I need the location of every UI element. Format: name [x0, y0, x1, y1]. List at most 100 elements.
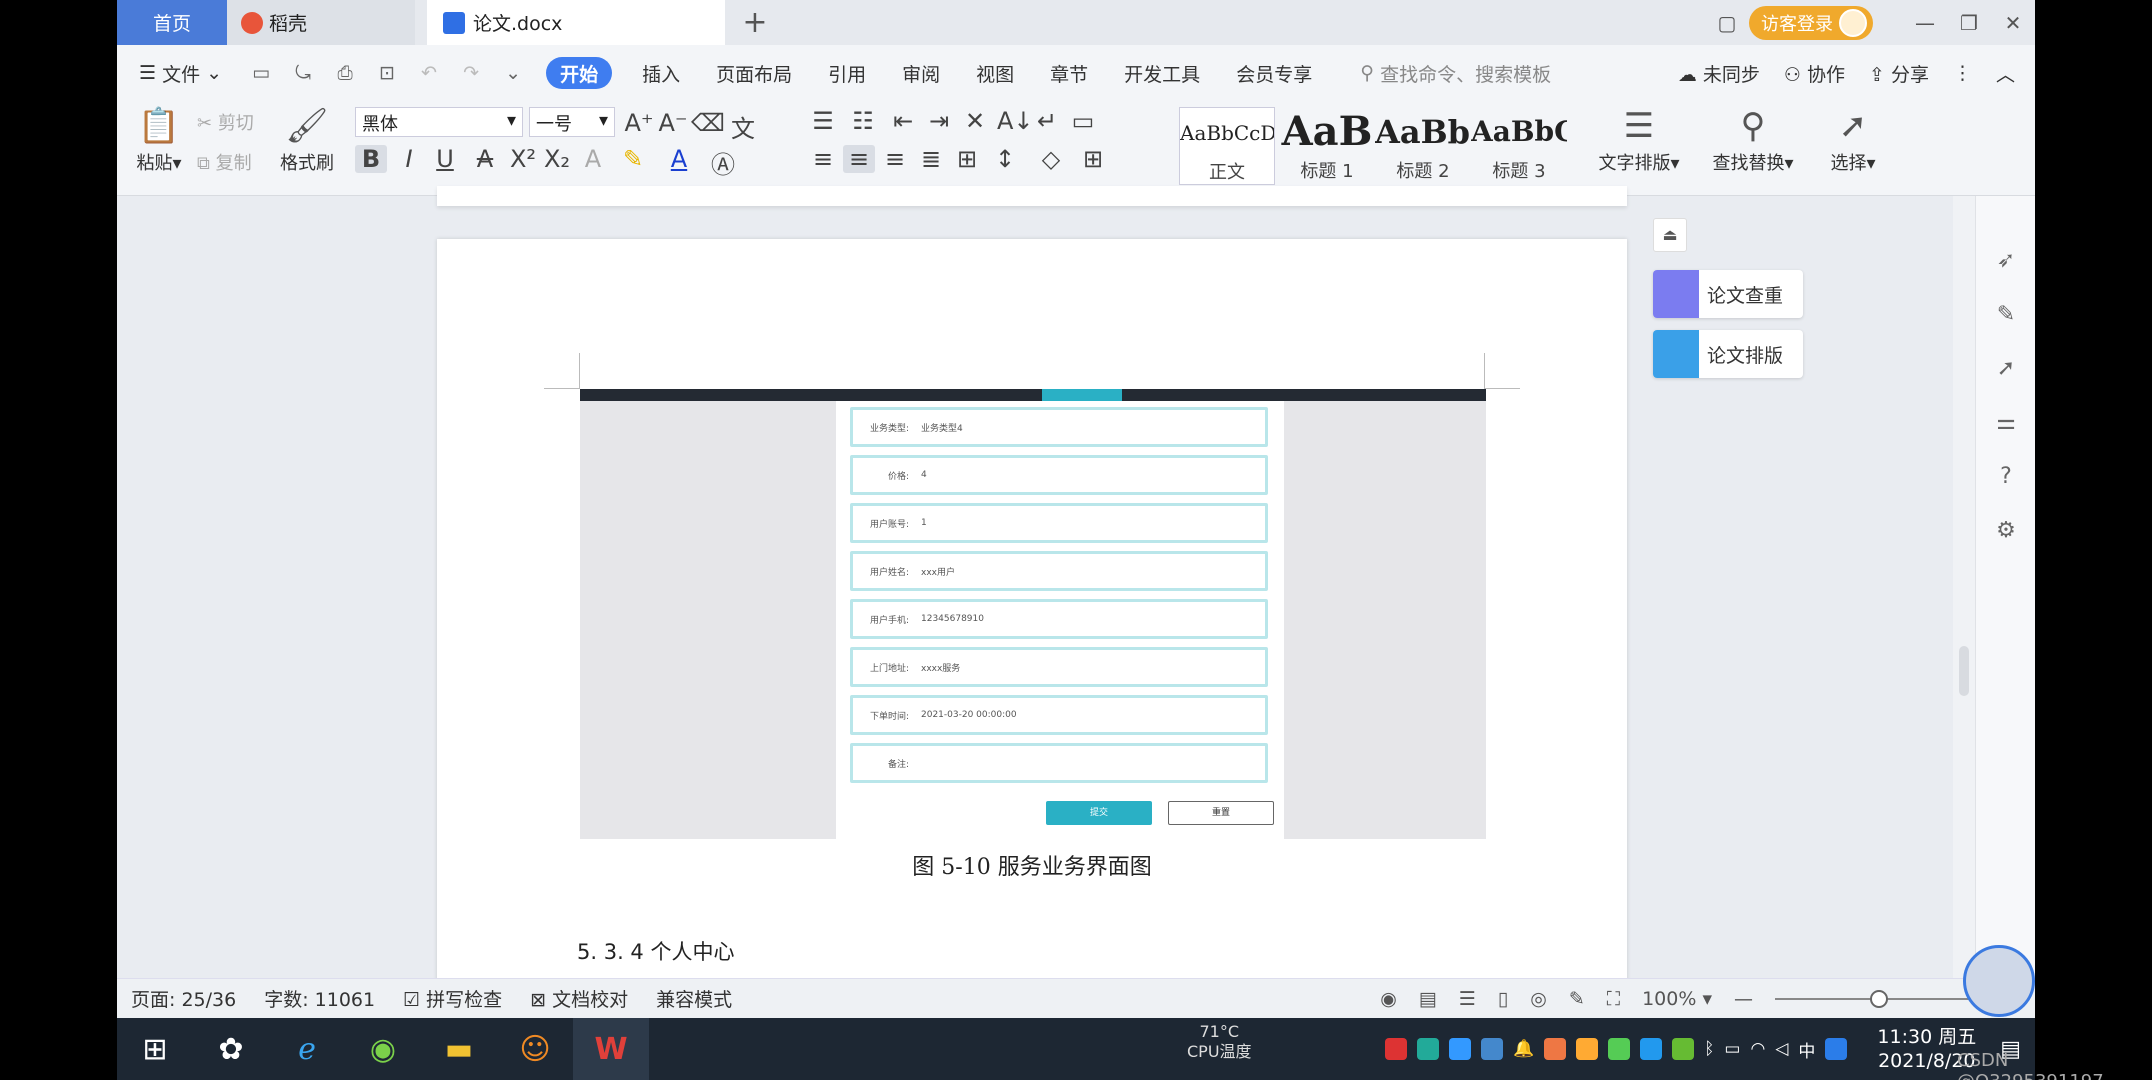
paste-button[interactable]: 📋 粘贴▾ — [131, 103, 187, 175]
align-right-icon[interactable]: ≡ — [879, 145, 911, 173]
bullets-icon[interactable]: ☰ — [807, 107, 839, 135]
browser-icon[interactable]: ◉ — [345, 1018, 421, 1080]
bell-icon[interactable]: 🔔 — [1513, 1039, 1534, 1059]
style-normal[interactable]: AaBbCcDd 正文 — [1179, 107, 1275, 185]
web-view-icon[interactable]: ◎ — [1530, 988, 1547, 1010]
find-replace-button[interactable]: ⚲ 查找替换▾ — [1703, 103, 1803, 175]
style-heading-2[interactable]: AaBb(标题 2 — [1375, 107, 1471, 183]
align-center-icon[interactable]: ≡ — [843, 145, 875, 173]
subscript-icon[interactable]: X₂ — [541, 145, 573, 173]
grow-font-icon[interactable]: A⁺ — [623, 109, 655, 137]
command-search[interactable]: ⚲ 查找命令、搜索模板 — [1342, 45, 1569, 101]
font-size-select[interactable]: 一号 ▾ — [529, 107, 615, 137]
redo-icon[interactable]: ↷ — [459, 61, 483, 85]
menu-start[interactable]: 开始 — [546, 57, 613, 89]
paper-check-button[interactable]: 论文查重 — [1653, 270, 1803, 318]
wps-icon[interactable]: W — [573, 1018, 649, 1080]
page-indicator[interactable]: 页面: 25/36 — [131, 985, 236, 1012]
distribute-icon[interactable]: ⊞ — [951, 145, 983, 173]
collapse-ribbon-icon[interactable]: ︿ — [1996, 60, 2015, 87]
text-effect-icon[interactable]: A — [577, 145, 609, 173]
app-face-icon[interactable]: ☺ — [497, 1018, 573, 1080]
sort-icon[interactable]: A↓ — [997, 107, 1034, 135]
ime-indicator[interactable]: 中 — [1798, 1037, 1815, 1062]
close-button[interactable]: ✕ — [1991, 0, 2035, 45]
print-icon[interactable]: ⎙ — [333, 61, 357, 85]
clear-format-icon[interactable]: ⌫ — [691, 109, 725, 137]
outline-view-icon[interactable]: ☰ — [1459, 988, 1476, 1010]
export-icon[interactable]: ⤿ — [291, 61, 315, 85]
style-heading-1[interactable]: AaB 标题 1 — [1279, 107, 1375, 183]
align-left-icon[interactable]: ≡ — [807, 145, 839, 173]
zoom-out-icon[interactable]: — — [1734, 988, 1753, 1010]
restore-button[interactable]: ❐ — [1947, 0, 1991, 45]
eye-protection-icon[interactable]: ◉ — [1380, 988, 1397, 1010]
underline-icon[interactable]: U — [429, 145, 461, 173]
show-marks-icon[interactable]: ↵ — [1031, 107, 1063, 135]
nvidia-icon[interactable] — [1672, 1038, 1695, 1060]
zoom-slider[interactable] — [1775, 990, 1975, 1008]
bold-icon[interactable]: B — [355, 145, 387, 173]
image-settings-icon[interactable]: ⚙ — [1992, 518, 2020, 546]
superscript-icon[interactable]: X² — [507, 145, 539, 173]
style-heading-3[interactable]: AaBbC 标题 3 — [1471, 107, 1567, 183]
collapse-panel-icon[interactable]: ⏏ — [1653, 218, 1687, 252]
customize-chevron-icon[interactable]: ⌄ — [501, 61, 525, 85]
char-border-icon[interactable]: Ⓐ — [707, 145, 739, 180]
file-menu[interactable]: ☰ 文件 ⌄ — [117, 45, 240, 101]
shield-icon[interactable] — [1481, 1038, 1504, 1060]
font-name-select[interactable]: 黑体 ▾ — [355, 107, 523, 137]
chinese-layout-icon[interactable]: ✕ — [959, 107, 991, 135]
pointer-icon[interactable]: ➚ — [1992, 356, 2020, 384]
embedded-screenshot[interactable]: 业务类型: 业务类型4 价格: 4 用户账号: 1 用户姓名: xxx用户 用户手机: 1… — [580, 389, 1486, 839]
ruler-icon[interactable]: ▭ — [1067, 107, 1099, 135]
tray-app-icon[interactable] — [1417, 1038, 1440, 1060]
print-preview-icon[interactable]: ⊡ — [375, 61, 399, 85]
highlight-icon[interactable]: ✎ — [617, 145, 649, 173]
window-count-icon[interactable]: ▢ — [1705, 0, 1749, 45]
collab-button[interactable]: ⚇ 协作 — [1784, 60, 1845, 87]
assistant-robot-icon[interactable] — [1963, 945, 2035, 1017]
write-view-icon[interactable]: ✎ — [1569, 988, 1585, 1010]
rocket-icon[interactable]: ➶ — [1992, 248, 2020, 276]
search-app-icon[interactable] — [1825, 1038, 1848, 1060]
fit-page-icon[interactable]: ⛶ — [1607, 988, 1620, 1010]
menu-member[interactable]: 会员专享 — [1218, 45, 1330, 101]
menu-dev-tools[interactable]: 开发工具 — [1106, 45, 1218, 101]
shrink-font-icon[interactable]: A⁻ — [657, 109, 689, 137]
spell-check-button[interactable]: ☑ 拼写检查 — [403, 985, 502, 1012]
decrease-indent-icon[interactable]: ⇤ — [887, 107, 919, 135]
cut-button[interactable]: ✂ 剪切 — [197, 109, 254, 135]
pen-icon[interactable]: ✎ — [1992, 302, 2020, 330]
app-swirl-icon[interactable]: ✿ — [193, 1018, 269, 1080]
menu-chapter[interactable]: 章节 — [1032, 45, 1106, 101]
zoom-slider-knob[interactable] — [1870, 990, 1888, 1008]
increase-indent-icon[interactable]: ⇥ — [923, 107, 955, 135]
vertical-scrollbar[interactable] — [1953, 196, 1975, 978]
file-explorer-icon[interactable]: ▬ — [421, 1018, 497, 1080]
font-color-icon[interactable]: A — [663, 145, 695, 173]
menu-view[interactable]: 视图 — [958, 45, 1032, 101]
strikethrough-icon[interactable]: A — [469, 145, 501, 173]
italic-icon[interactable]: I — [393, 145, 425, 173]
tab-document[interactable]: 论文.docx — [427, 0, 725, 45]
menu-page-layout[interactable]: 页面布局 — [698, 45, 810, 101]
wifi-icon[interactable]: ◠ — [1750, 1039, 1765, 1059]
page-view-icon[interactable]: ▤ — [1419, 988, 1437, 1010]
tab-home[interactable]: 首页 — [117, 0, 227, 45]
save-icon[interactable]: ▭ — [249, 61, 273, 85]
share-button[interactable]: ⇪ 分享 — [1869, 60, 1929, 87]
format-painter-button[interactable]: 🖌 格式刷 — [277, 103, 337, 175]
select-button[interactable]: ➚ 选择▾ — [1823, 103, 1883, 175]
justify-icon[interactable]: ≣ — [915, 145, 947, 173]
copy-button[interactable]: ⧉ 复制 — [197, 149, 252, 175]
page[interactable]: 业务类型: 业务类型4 价格: 4 用户账号: 1 用户姓名: xxx用户 用户手机: 1… — [437, 239, 1627, 999]
sync-button[interactable]: ☁ 未同步 — [1678, 60, 1760, 87]
ie-icon[interactable]: ℯ — [269, 1018, 345, 1080]
line-spacing-icon[interactable]: ↕ — [989, 145, 1021, 173]
minimize-button[interactable]: — — [1903, 0, 1947, 45]
shading-icon[interactable]: ◇ — [1035, 145, 1067, 173]
paper-layout-button[interactable]: 论文排版 — [1653, 330, 1803, 378]
volume-icon[interactable]: ◁ — [1775, 1039, 1788, 1059]
menu-references[interactable]: 引用 — [810, 45, 884, 101]
